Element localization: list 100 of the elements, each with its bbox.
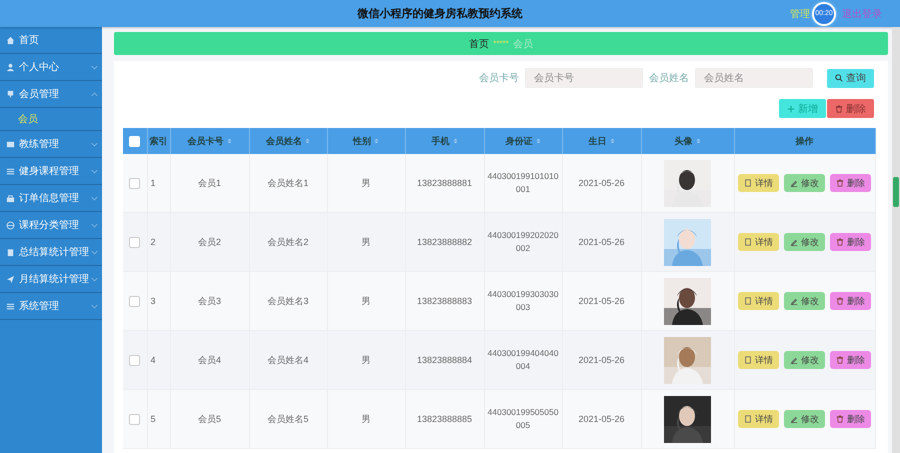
table-cell: 440300199202020002 (484, 212, 562, 272)
sort-icon (610, 137, 614, 145)
trash-icon (836, 297, 844, 305)
table-cell: 2021-05-26 (562, 330, 641, 390)
column-header[interactable]: 生日 (588, 134, 614, 148)
list-icon (6, 302, 15, 310)
pencil-icon (790, 238, 798, 246)
delete-button[interactable]: 删除 (827, 99, 874, 118)
pencil-icon (790, 356, 798, 364)
list-icon (6, 166, 15, 176)
row-checkbox[interactable] (129, 178, 140, 189)
sort-icon (305, 137, 310, 145)
delete-button[interactable]: 删除 (830, 174, 871, 192)
column-header[interactable]: 性别 (353, 134, 379, 148)
table-cell: 5 (147, 390, 170, 448)
pencil-icon (790, 179, 798, 187)
sort-icon (452, 137, 458, 145)
table-cell: 440300199404040004 (484, 330, 562, 390)
pencil-icon (790, 297, 798, 305)
table-cell: 会员姓名5 (249, 390, 327, 448)
detail-button[interactable]: 详情 (738, 410, 779, 428)
table-cell: 2021-05-26 (562, 272, 641, 330)
detail-button[interactable]: 详情 (738, 174, 779, 192)
delete-button[interactable]: 删除 (830, 351, 871, 369)
table-cell: 会员1 (170, 154, 249, 212)
table-cell: 会员4 (170, 330, 249, 390)
table-cell: 13823888881 (405, 154, 484, 212)
field-label: 会员姓名 (649, 72, 689, 85)
sort-icon (374, 137, 379, 145)
column-header[interactable]: 头像 (674, 134, 700, 148)
edit-button[interactable]: 修改 (784, 351, 825, 369)
user-name: 管理 (790, 8, 810, 20)
trash-icon (836, 179, 844, 187)
sort-icon (696, 137, 700, 145)
delete-button[interactable]: 删除 (830, 292, 871, 310)
sort-icon (536, 137, 540, 145)
search-field[interactable]: 会员卡号 (525, 68, 643, 88)
document-icon (744, 179, 752, 187)
row-checkbox[interactable] (129, 354, 140, 366)
pencil-icon (790, 415, 798, 423)
clipboard-icon (6, 248, 15, 256)
bag-icon (6, 194, 15, 202)
breadcrumb-separator: ***** (493, 39, 509, 48)
edit-button[interactable]: 修改 (784, 410, 825, 428)
field-label: 会员卡号 (479, 72, 519, 85)
send-icon (6, 274, 15, 284)
delete-button[interactable]: 删除 (830, 233, 871, 251)
table-cell: 会员2 (170, 212, 249, 272)
detail-button[interactable]: 详情 (738, 292, 779, 310)
table-cell: 13823888885 (405, 390, 484, 448)
document-icon (744, 238, 752, 246)
table-cell: 440300199505050005 (484, 390, 562, 448)
table-cell: 4 (147, 330, 170, 390)
table-cell: 会员姓名2 (249, 212, 327, 272)
table-cell: 440300199303030003 (484, 272, 562, 330)
document-icon (744, 415, 752, 423)
search-icon (835, 74, 843, 82)
app-title: 微信小程序的健身房私教预约系统 (356, 6, 524, 21)
row-checkbox[interactable] (129, 236, 140, 248)
table-cell: 2 (147, 212, 170, 272)
scrollbar[interactable] (892, 27, 900, 453)
trash-icon (836, 415, 844, 423)
table-cell: 13823888883 (405, 272, 484, 330)
delete-button[interactable]: 删除 (830, 410, 871, 428)
search-button[interactable]: 查询 (827, 68, 874, 88)
trash-icon (835, 104, 843, 112)
table-cell: 2021-05-26 (562, 212, 641, 272)
table-cell: 13823888884 (405, 330, 484, 390)
home-icon (6, 36, 15, 44)
trash-icon (836, 356, 844, 364)
detail-button[interactable]: 详情 (738, 351, 779, 369)
table-cell: 男 (327, 390, 405, 448)
table-cell: 会员姓名4 (249, 330, 327, 390)
edit-button[interactable]: 修改 (784, 292, 825, 310)
table-cell: 会员3 (170, 272, 249, 330)
column-header[interactable]: 操作 (796, 134, 814, 148)
row-checkbox[interactable] (129, 414, 140, 425)
table-cell: 3 (147, 272, 170, 330)
breadcrumb-link[interactable]: 首页 (469, 36, 490, 50)
table-cell: 男 (327, 154, 405, 212)
detail-button[interactable]: 详情 (738, 233, 779, 251)
edit-button[interactable]: 修改 (784, 174, 825, 192)
select-all-checkbox[interactable] (129, 136, 140, 147)
table-cell: 男 (327, 272, 405, 330)
badge-icon (6, 90, 15, 98)
edit-button[interactable]: 修改 (784, 233, 825, 251)
table-cell: 男 (327, 330, 405, 390)
table-cell: 会员姓名3 (249, 272, 327, 330)
plus-icon (787, 104, 795, 112)
search-field[interactable]: 会员姓名 (695, 68, 813, 88)
row-checkbox[interactable] (129, 296, 140, 307)
column-header[interactable]: 手机 (432, 134, 458, 148)
table-cell: 1 (147, 154, 170, 212)
table-cell: 会员姓名1 (249, 154, 327, 212)
card-icon (6, 140, 15, 148)
table-cell: 440300199101010001 (484, 154, 562, 212)
table-cell: 2021-05-26 (562, 154, 641, 212)
table-cell: 男 (327, 212, 405, 272)
table-cell: 2021-05-26 (562, 390, 641, 448)
scrollbar-thumb[interactable] (893, 177, 899, 207)
